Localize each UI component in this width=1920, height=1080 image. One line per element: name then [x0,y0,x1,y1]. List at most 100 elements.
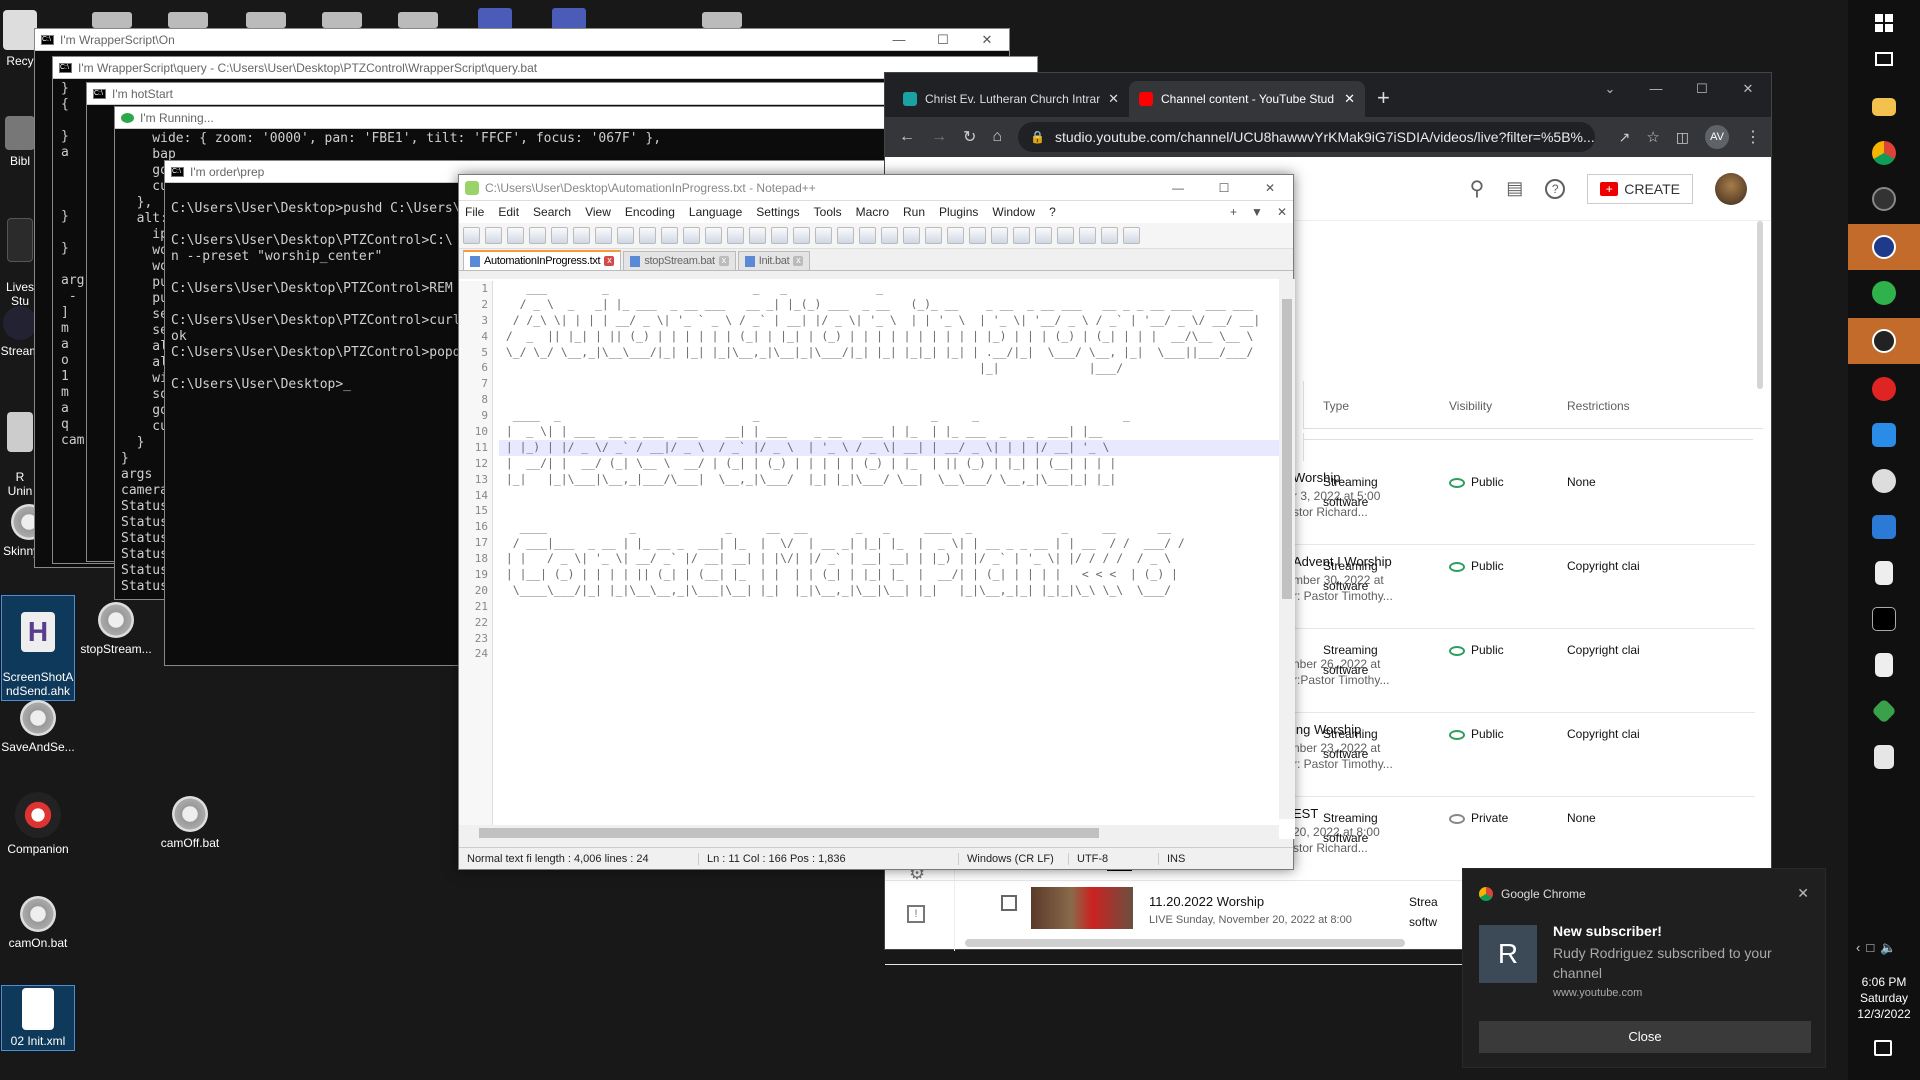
vertical-scrollbar[interactable] [1757,221,1763,389]
code-view[interactable]: ___ _ _ _ _ / _ \ _ _| |_ ___ _ __ ___ _… [499,281,1279,647]
volume-icon[interactable]: 🔈 [1880,940,1896,956]
home-icon[interactable]: ⌂ [992,128,1002,146]
desktop-icon-top-7[interactable] [552,8,586,30]
monitor-icon[interactable] [1013,227,1030,244]
record-icon[interactable] [1035,227,1052,244]
notepad-titlebar[interactable]: C:\Users\User\Desktop\AutomationInProgre… [459,175,1293,201]
create-button[interactable]: + CREATE [1587,173,1693,204]
play-multi-icon[interactable] [1101,227,1118,244]
address-bar[interactable]: 🔒 studio.youtube.com/channel/UCU8hawwvYr… [1018,122,1595,152]
stop-icon[interactable] [1057,227,1074,244]
menu-run[interactable]: Run [903,205,925,219]
close-icon[interactable]: ✕ [1725,73,1771,105]
close-icon[interactable]: ✕ [1247,181,1293,195]
kebab-menu-icon[interactable]: ⋮ [1745,127,1761,147]
minimize-icon[interactable]: — [1633,73,1679,105]
chrome-notification-toast[interactable]: Google Chrome ✕ R New subscriber! Rudy R… [1462,868,1826,1068]
desktop-icon-top-5[interactable] [398,12,438,28]
screenshot-and-send-icon[interactable]: H ScreenShotA ndSend.ahk [1,595,75,701]
desktop-icon-top-6[interactable] [478,8,512,30]
chevron-down-icon[interactable]: ⌄ [1587,73,1633,105]
col-header-visibility[interactable]: Visibility [1449,399,1492,413]
chevron-left-icon[interactable]: ‹ [1856,940,1860,956]
bluetooth-app-icon[interactable] [1848,504,1920,550]
sidepanel-icon[interactable]: ◫ [1676,129,1689,146]
save-and-send-icon[interactable]: SaveAndSe... [0,700,78,754]
desktop-icon-top-3[interactable] [246,12,286,28]
video-thumbnail[interactable] [1031,887,1133,929]
document-app-icon[interactable] [1848,550,1920,596]
vertical-scrollbar[interactable] [1279,279,1295,819]
chrome-tab-intranet[interactable]: Christ Ev. Lutheran Church Intran ✕ [893,81,1129,117]
minimize-icon[interactable]: — [1155,181,1201,195]
zoom-out-icon[interactable] [793,227,810,244]
paste-icon[interactable] [661,227,678,244]
menu-tools[interactable]: Tools [814,205,842,219]
channel-avatar[interactable] [1715,172,1747,205]
toast-close-button[interactable]: Close [1479,1021,1811,1053]
tab-list-icon[interactable]: ▼ [1251,205,1263,219]
network-icon[interactable]: □ [1866,940,1874,956]
reload-icon[interactable]: ↻ [963,127,976,147]
func-list-icon[interactable] [969,227,986,244]
comments-icon[interactable]: ▤ [1506,178,1523,199]
menu-view[interactable]: View [585,205,611,219]
clock-app-icon[interactable] [1848,458,1920,504]
indent-guide-icon[interactable] [903,227,920,244]
share-icon[interactable]: ↗ [1619,129,1631,146]
horizontal-scrollbar[interactable] [459,825,1279,839]
zoom-in-icon[interactable] [771,227,788,244]
help-icon[interactable]: ? [1545,178,1566,199]
editor-area[interactable]: 1 2 3 4 5 6 7 8 9 10 11 12 13 14 15 16 17 18 19 20 21 22 23 24 … [459,279,1295,839]
notepad-plus-plus-window[interactable]: C:\Users\User\Desktop\AutomationInProgre… [458,174,1295,870]
menu-settings[interactable]: Settings [756,205,799,219]
video-title[interactable]: EST [1293,805,1318,823]
green-cube-icon[interactable] [1848,688,1920,734]
visibility[interactable]: Public [1449,725,1504,743]
close-icon[interactable]: x [793,256,804,266]
menu-help[interactable]: ? [1049,205,1056,219]
tab-init-bat[interactable]: Init.bat x [737,251,811,270]
clock[interactable]: 6:06 PM Saturday 12/3/2022 [1848,974,1920,1022]
close-icon[interactable] [551,227,568,244]
close-all-icon[interactable] [573,227,590,244]
cam-off-icon[interactable]: camOff.bat [150,796,230,850]
video-title[interactable]: 11.20.2022 Worship [1149,893,1264,911]
col-header-type[interactable]: Type [1323,399,1349,413]
close-icon[interactable]: ✕ [1344,91,1355,107]
back-icon[interactable]: ← [899,128,915,146]
network-app-icon[interactable] [1848,318,1920,364]
visibility[interactable]: Public [1449,557,1504,575]
close-icon[interactable]: x [718,256,729,266]
word-wrap-icon[interactable] [859,227,876,244]
menu-search[interactable]: Search [533,205,571,219]
visibility[interactable]: Public [1449,473,1504,491]
save-icon[interactable] [507,227,524,244]
replace-icon[interactable] [749,227,766,244]
maximize-icon[interactable]: ☐ [1201,181,1247,195]
visibility[interactable]: Public [1449,641,1504,659]
red-app-icon[interactable] [1848,366,1920,412]
print-icon[interactable] [595,227,612,244]
console-titlebar[interactable]: C:\ I'm WrapperScript\On — ☐ ✕ [35,29,1009,51]
obs-icon[interactable] [1848,176,1920,222]
play-icon[interactable] [1079,227,1096,244]
menu-file[interactable]: File [465,205,484,219]
close-doc-icon[interactable]: ✕ [1277,205,1287,219]
desktop-icon-top-4[interactable] [322,12,362,28]
sync-h-icon[interactable] [837,227,854,244]
doc-map-icon[interactable] [947,227,964,244]
desktop-icon-top-2[interactable] [168,12,208,28]
desktop-icon-top-8[interactable] [702,12,742,28]
init-xml-icon[interactable]: 02 Init.xml [1,985,75,1051]
highlighted-app-icon[interactable] [1848,224,1920,270]
cut-icon[interactable] [617,227,634,244]
forward-icon[interactable]: → [931,128,947,146]
row-checkbox[interactable] [1001,895,1017,911]
redo-icon[interactable] [705,227,722,244]
stop-stream-icon[interactable]: stopStream... [76,602,156,656]
menu-encoding[interactable]: Encoding [625,205,675,219]
folder-icon[interactable] [991,227,1008,244]
menu-edit[interactable]: Edit [498,205,519,219]
chrome-icon[interactable] [1848,130,1920,176]
